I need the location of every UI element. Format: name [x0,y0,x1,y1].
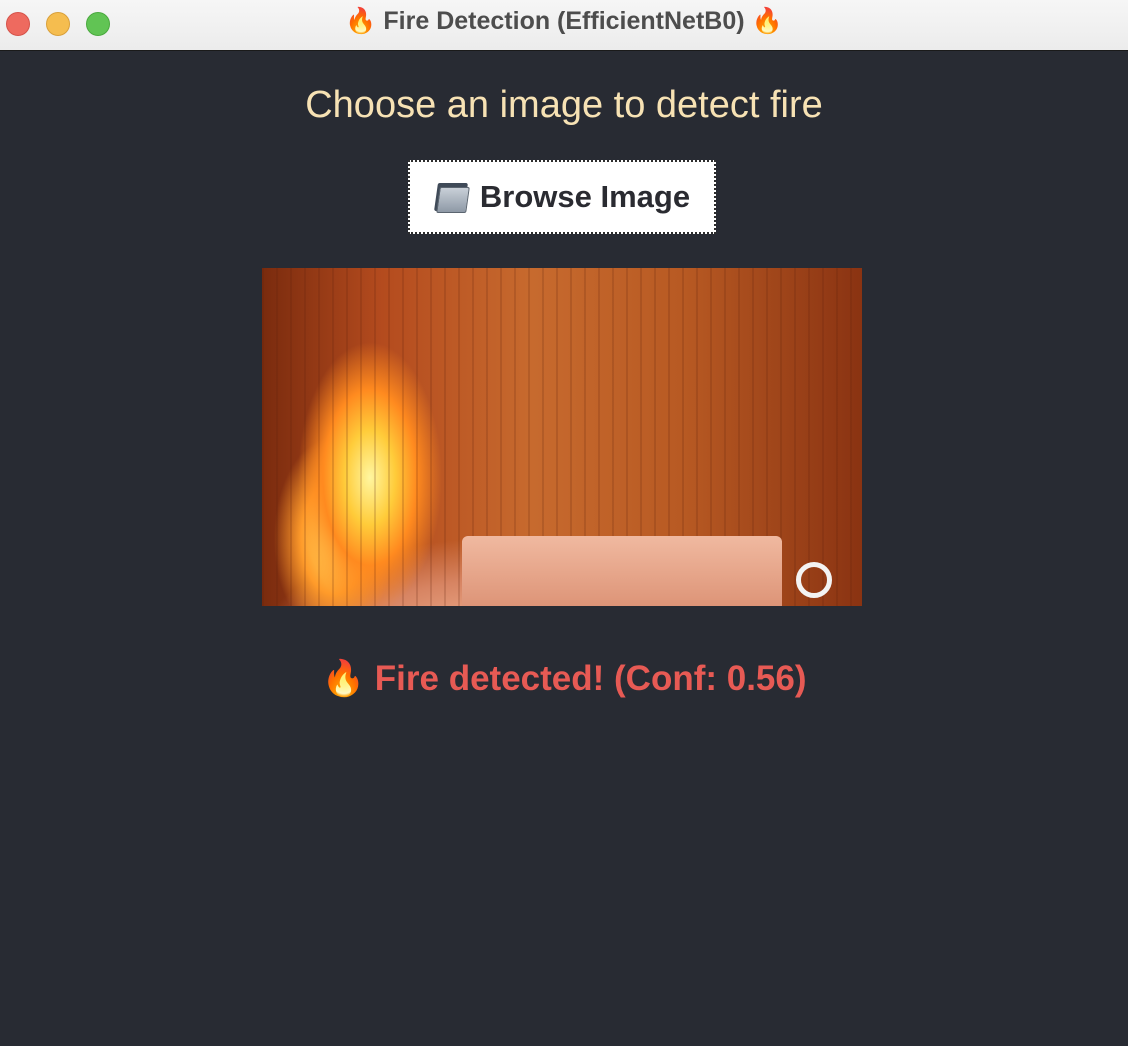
fire-icon: 🔥 [321,659,366,699]
browse-image-button[interactable]: Browse Image [408,160,716,234]
fire-icon: 🔥 [345,6,377,35]
fire-icon: 🔥 [751,6,783,35]
fire-preview-image [262,268,862,606]
bed-shape [462,536,782,606]
browse-image-label: Browse Image [479,179,691,214]
title-bar: 🔥 Fire Detection (EfficientNetB0) 🔥 [0,0,1128,51]
page-heading: Choose an image to detect fire [305,84,823,126]
detection-result: 🔥 Fire detected! (Conf: 0.56) [0,656,1128,702]
folder-icon [433,181,470,213]
broadcast-logo [796,562,832,598]
detection-result-text: Fire detected! (Conf: 0.56) [374,659,807,698]
window-title: 🔥 Fire Detection (EfficientNetB0) 🔥 [0,5,1128,37]
window-title-text: Fire Detection (EfficientNetB0) [383,7,745,35]
